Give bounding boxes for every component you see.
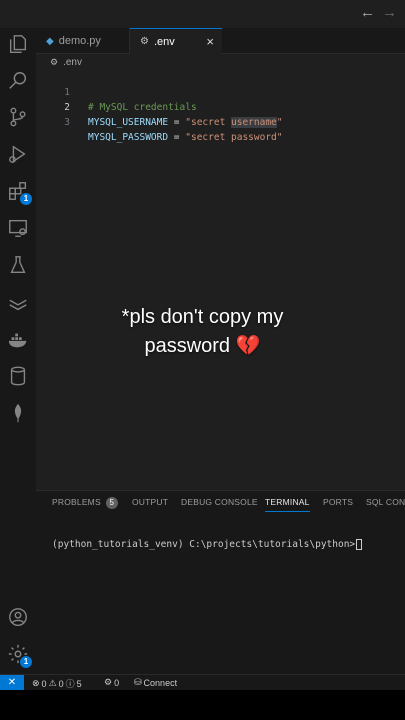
database-icon[interactable] (6, 364, 30, 388)
manage-gear-icon[interactable]: 1 (6, 642, 32, 668)
code-line: 1 # MySQL credentials (36, 70, 405, 113)
tab-label: PROBLEMS (52, 497, 101, 507)
tab-ports[interactable]: PORTS (323, 497, 353, 507)
tab-terminal[interactable]: TERMINAL (265, 497, 310, 512)
remote-explorer-icon[interactable] (6, 216, 30, 240)
caption-line-2: password 💔 (0, 332, 405, 361)
operator: = (168, 132, 186, 143)
tab-label: demo.py (58, 35, 101, 47)
editor-area: ◆ demo.py ⚙ .env × ⚙ .env 1 # MySQL cred… (36, 28, 405, 490)
error-icon: ⊗ (32, 678, 40, 688)
python-file-icon: ◆ (46, 35, 54, 47)
ports-status[interactable]: ⚙ 0 (104, 677, 121, 688)
explorer-icon[interactable] (6, 32, 30, 56)
string-value: "secret password" (185, 132, 283, 143)
code-line: 2 MYSQL_USERNAME = "secret username" (36, 85, 405, 128)
info-count: 5 (76, 678, 82, 689)
tab-output[interactable]: OUTPUT (132, 497, 168, 507)
breadcrumb-label: .env (63, 57, 82, 68)
gear-file-icon: ⚙ (140, 36, 149, 47)
breadcrumb[interactable]: ⚙ .env (50, 57, 82, 68)
run-debug-icon[interactable] (6, 142, 30, 166)
env-key: MYSQL_USERNAME (88, 117, 169, 128)
editor-tabs: ◆ demo.py ⚙ .env × (36, 28, 405, 54)
code-line: 3 MYSQL_PASSWORD = "secret password" (36, 100, 405, 143)
caption-overlay: *pls don't copy my password 💔 (0, 303, 405, 361)
search-icon[interactable] (6, 69, 30, 93)
caption-line-1: *pls don't copy my (121, 306, 284, 328)
caption-text: password (144, 335, 231, 357)
title-bar: ← → (0, 0, 405, 28)
error-count: 0 (41, 678, 47, 689)
terminal-prompt: (python_tutorials_venv) C:\projects\tuto… (52, 539, 356, 550)
tab-debug-console[interactable]: DEBUG CONSOLE (181, 497, 258, 507)
line-number: 3 (64, 117, 70, 128)
connect-status[interactable]: ⛁ Connect (134, 677, 179, 688)
letterbox-bar (0, 690, 405, 720)
bottom-panel: PROBLEMS 5 OUTPUT DEBUG CONSOLE TERMINAL … (36, 490, 405, 674)
panel-tabs: PROBLEMS 5 OUTPUT DEBUG CONSOLE TERMINAL … (36, 491, 405, 515)
tab-env[interactable]: ⚙ .env × (130, 28, 222, 54)
warning-icon: ⚠ (48, 678, 57, 688)
code-editor[interactable]: 1 # MySQL credentials 2 MYSQL_USERNAME =… (36, 70, 405, 143)
problems-status[interactable]: ⊗ 0 ⚠ 0 ⓘ 5 (32, 677, 84, 690)
source-control-icon[interactable] (6, 105, 30, 129)
info-icon: ⓘ (65, 679, 75, 689)
extensions-badge: 1 (20, 193, 32, 205)
tab-sql-console[interactable]: SQL CONS (366, 497, 405, 507)
tab-demo-py[interactable]: ◆ demo.py (36, 28, 130, 54)
close-icon[interactable]: × (206, 34, 214, 49)
selected-text: username (231, 117, 277, 128)
problems-count-badge: 5 (105, 497, 118, 509)
manage-badge: 1 (20, 656, 32, 668)
testing-icon[interactable] (6, 253, 30, 277)
extensions-icon[interactable]: 1 (6, 179, 32, 205)
broadcast-icon: ⚙ (104, 677, 113, 687)
tab-problems[interactable]: PROBLEMS 5 (52, 497, 118, 509)
terminal-cursor (356, 539, 363, 550)
operator: = (168, 117, 186, 128)
ports-count: 0 (114, 677, 120, 688)
broken-heart-icon: 💔 (235, 335, 261, 357)
string-value: " (276, 117, 283, 128)
remote-indicator-icon[interactable]: ✕ (0, 675, 24, 691)
warning-count: 0 (58, 678, 64, 689)
string-value: "secret (185, 117, 232, 128)
status-bar: ✕ ⊗ 0 ⚠ 0 ⓘ 5 ⚙ 0 ⛁ Connect (0, 674, 405, 691)
gear-file-icon: ⚙ (50, 57, 59, 67)
connect-label: Connect (143, 677, 178, 688)
account-icon[interactable] (6, 605, 30, 629)
tab-label: .env (153, 35, 175, 48)
forward-arrow-icon[interactable]: → (382, 4, 397, 21)
terminal[interactable]: (python_tutorials_venv) C:\projects\tuto… (52, 539, 363, 550)
env-key: MYSQL_PASSWORD (88, 132, 169, 143)
database-connect-icon: ⛁ (134, 677, 142, 687)
mongodb-leaf-icon[interactable] (6, 401, 30, 425)
back-arrow-icon[interactable]: ← (360, 4, 375, 21)
